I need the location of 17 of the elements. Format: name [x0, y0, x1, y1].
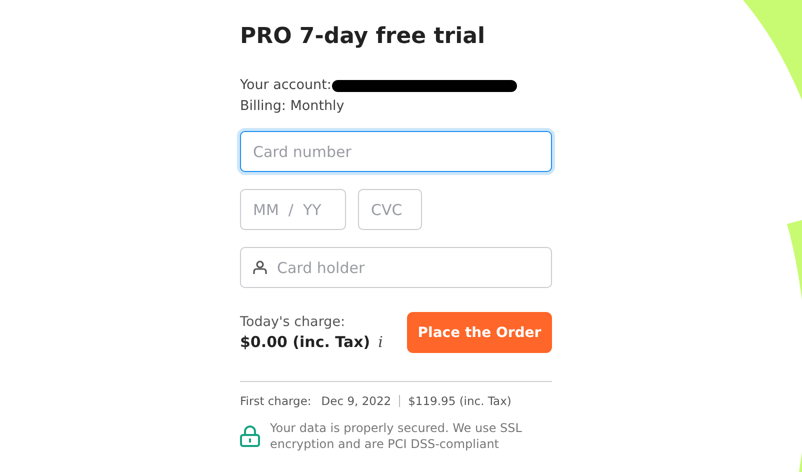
card-number-field[interactable]: Card number	[240, 131, 552, 172]
card-holder-field[interactable]: Card holder	[240, 247, 552, 288]
first-charge-amount: $119.95 (inc. Tax)	[408, 394, 512, 408]
cvc-field[interactable]: CVC	[358, 189, 422, 230]
decorative-shape	[799, 452, 802, 472]
account-label: Your account:	[240, 76, 332, 95]
charge-label: Today's charge:	[240, 314, 346, 330]
expiry-date-field[interactable]: MM / YY	[240, 189, 346, 230]
charge-amount: $0.00 (inc. Tax)	[240, 333, 370, 351]
first-charge-label: First charge:	[240, 394, 312, 408]
person-icon	[253, 260, 267, 275]
security-note: Your data is properly secured. We use SSL encryption and are PCI DSS-compliant	[270, 420, 523, 452]
first-charge-date: Dec 9, 2022	[321, 394, 392, 408]
billing-text: Billing: Monthly	[240, 97, 346, 116]
info-icon[interactable]: i	[378, 333, 383, 351]
page-title: PRO 7-day free trial	[240, 24, 486, 49]
lock-icon	[240, 425, 260, 447]
